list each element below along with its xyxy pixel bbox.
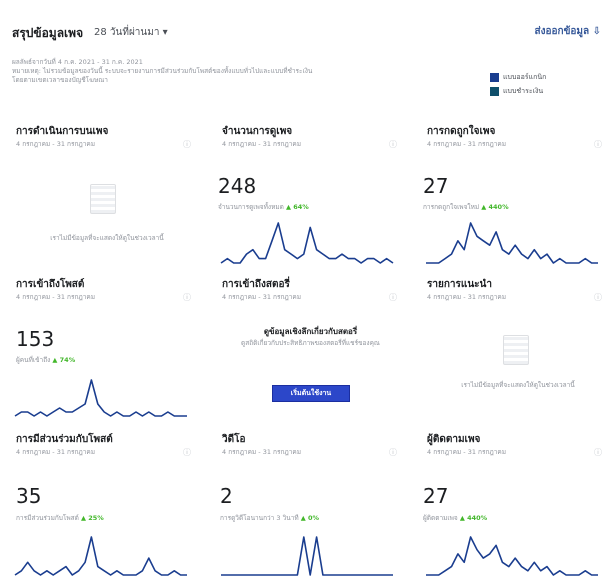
notice-line: โดยตามเขตเวลาของบัญชีโฆษณา [12,76,108,84]
sparkline-path [221,536,393,576]
card-title: การเข้าถึงโพสต์ [16,279,85,290]
card-title: การเข้าถึงสตอรี่ [222,279,290,290]
empty-state-text: เราไม่มีข้อมูลที่จะแสดงให้ดูในช่วงเวลานี… [50,234,164,242]
sparkline-path [14,379,187,417]
card-videos[interactable]: วิดีโอ 4 กรกฎาคม - 31 กรกฎาคม ⓘ 2 การดูว… [218,432,403,577]
views-sparkline [220,222,394,264]
metric-value: 248 [218,174,257,198]
likes-sparkline [426,222,598,264]
notice-line: หมายเหตุ: ไม่รวมข้อมูลของวันนี้ ระบบจะรา… [12,67,313,75]
card-title: การมีส่วนร่วมกับโพสต์ [16,434,113,445]
info-icon[interactable]: ⓘ [183,447,191,458]
metric-subtext: การมีส่วนร่วมกับโพสต์ ▲ 25% [16,513,104,523]
story-promo-title: ดูข้อมูลเชิงลึกเกี่ยวกับสตอรี่ [263,327,358,336]
card-title: ผู้ติดตามเพจ [427,434,481,445]
page-title: สรุปข้อมูลเพจ [12,26,84,40]
metric-label: การกดถูกใจเพจใหม่ [423,203,480,211]
change-badge: ▲ 25% [80,514,104,522]
sparkline-path [14,536,187,576]
info-icon[interactable]: ⓘ [594,447,602,458]
card-date: 4 กรกฎาคม - 31 กรกฎาคม [222,293,302,301]
legend-swatch [490,86,499,96]
card-story-reach[interactable]: การเข้าถึงสตอรี่ 4 กรกฎาคม - 31 กรกฎาคม … [218,277,403,422]
date-range-dropdown[interactable]: 28 วันที่ผ่านมา ▾ [94,25,168,40]
legend-swatch [490,72,499,82]
change-badge: ▲ 74% [52,356,76,364]
videos-sparkline [221,536,393,576]
metric-label: การมีส่วนร่วมกับโพสต์ [16,514,79,522]
metric-value: 27 [423,484,449,508]
empty-chart-icon [503,335,529,365]
card-date: 4 กรกฎาคม - 31 กรกฎาคม [222,140,302,148]
metric-subtext: ผู้คนที่เข้าถึง ▲ 74% [16,355,75,365]
empty-state-text: เราไม่มีข้อมูลที่จะแสดงให้ดูในช่วงเวลานี… [461,381,575,389]
empty-chart-icon [90,184,116,214]
metric-subtext: การกดถูกใจเพจใหม่ ▲ 440% [423,202,509,212]
change-badge: ▲ 64% [285,203,309,211]
post-reach-sparkline [14,379,187,417]
insights-header: สรุปข้อมูลเพจ 28 วันที่ผ่านมา ▾ ส่งออกข้… [12,24,601,42]
metric-value: 27 [423,174,449,198]
card-recommendations[interactable]: รายการแนะนำ 4 กรกฎาคม - 31 กรกฎาคม ⓘ เรา… [423,277,608,422]
info-icon[interactable]: ⓘ [183,139,191,150]
notice-line: ผลลัพธ์จากวันที่ 4 ก.ค. 2021 - 31 ก.ค. 2… [12,58,143,66]
engagement-sparkline [14,536,187,576]
followers-sparkline [426,536,598,576]
card-post-engagement[interactable]: การมีส่วนร่วมกับโพสต์ 4 กรกฎาคม - 31 กรก… [12,432,197,577]
change-badge: ▲ 440% [481,203,509,211]
info-icon[interactable]: ⓘ [389,292,397,303]
legend-label: แบบชำระเงิน [503,86,544,95]
card-date: 4 กรกฎาคม - 31 กรกฎาคม [427,140,507,148]
date-range-notice: ผลลัพธ์จากวันที่ 4 ก.ค. 2021 - 31 ก.ค. 2… [12,58,482,85]
card-post-reach[interactable]: การเข้าถึงโพสต์ 4 กรกฎาคม - 31 กรกฎาคม ⓘ… [12,277,197,422]
metric-subtext: จำนวนการดูเพจทั้งหมด ▲ 64% [218,202,309,212]
change-badge: ▲ 440% [459,514,488,522]
card-title: จำนวนการดูเพจ [222,126,293,137]
metric-subtext: การดูวิดีโอนานกว่า 3 วินาที ▲ 0% [220,513,319,523]
card-date: 4 กรกฎาคม - 31 กรกฎาคม [427,293,507,301]
info-icon[interactable]: ⓘ [183,292,191,303]
info-icon[interactable]: ⓘ [389,139,397,150]
story-promo-text: ดูสถิติเกี่ยวกับประสิทธิภาพของสตอรี่ที่แ… [241,339,380,347]
sparkline-path [426,536,598,576]
card-title: การดำเนินการบนเพจ [16,126,109,137]
sparkline-path [426,222,598,264]
legend: แบบออร์แกนิก แบบชำระเงิน [490,70,546,98]
metric-label: ผู้ติดตามเพจ [423,514,458,522]
card-title: วิดีโอ [222,434,246,445]
sparkline-path [220,222,394,264]
card-date: 4 กรกฎาคม - 31 กรกฎาคม [16,140,96,148]
metric-label: การดูวิดีโอนานกว่า 3 วินาที [220,514,299,522]
legend-item-paid: แบบชำระเงิน [490,84,546,98]
export-data-link[interactable]: ส่งออกข้อมูล ⇩ [535,24,601,39]
change-badge: ▲ 0% [300,514,320,522]
card-date: 4 กรกฎาคม - 31 กรกฎาคม [427,448,507,456]
metric-subtext: ผู้ติดตามเพจ ▲ 440% [423,513,487,523]
info-icon[interactable]: ⓘ [594,139,602,150]
info-icon[interactable]: ⓘ [389,447,397,458]
card-date: 4 กรกฎาคม - 31 กรกฎาคม [16,448,96,456]
metric-label: ผู้คนที่เข้าถึง [16,356,51,364]
card-page-actions[interactable]: การดำเนินการบนเพจ 4 กรกฎาคม - 31 กรกฎาคม… [12,124,197,264]
metric-value: 35 [16,484,42,508]
legend-item-organic: แบบออร์แกนิก [490,70,546,84]
info-icon[interactable]: ⓘ [594,292,602,303]
card-date: 4 กรกฎาคม - 31 กรกฎาคม [16,293,96,301]
card-date: 4 กรกฎาคม - 31 กรกฎาคม [222,448,302,456]
card-page-likes[interactable]: การกดถูกใจเพจ 4 กรกฎาคม - 31 กรกฎาคม ⓘ 2… [423,124,608,264]
metric-label: จำนวนการดูเพจทั้งหมด [218,203,284,211]
card-page-views[interactable]: จำนวนการดูเพจ 4 กรกฎาคม - 31 กรกฎาคม ⓘ 2… [218,124,403,264]
get-started-button[interactable]: เริ่มต้นใช้งาน [272,385,350,402]
metric-value: 2 [220,484,233,508]
card-title: การกดถูกใจเพจ [427,126,496,137]
card-title: รายการแนะนำ [427,279,492,290]
card-page-followers[interactable]: ผู้ติดตามเพจ 4 กรกฎาคม - 31 กรกฎาคม ⓘ 27… [423,432,608,577]
metric-value: 153 [16,327,55,351]
legend-label: แบบออร์แกนิก [503,72,547,81]
